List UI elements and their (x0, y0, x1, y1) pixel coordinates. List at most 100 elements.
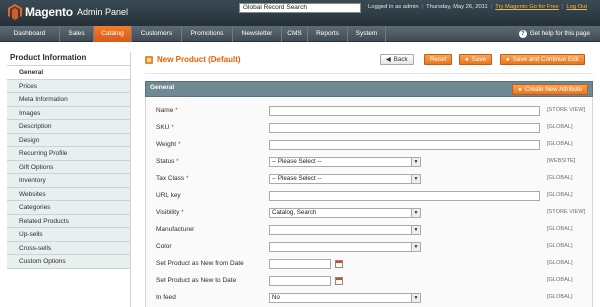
logged-in-text: Logged in as admin (368, 4, 419, 10)
create-new-attribute-label: Create New Attribute (524, 86, 582, 93)
sidebar-item-cross-sells[interactable]: Cross-sells (7, 241, 130, 255)
nav-catalog[interactable]: Catalog (94, 26, 132, 42)
sidebar-title: Product Information (7, 52, 130, 66)
sidebar-item-prices[interactable]: Prices (7, 79, 130, 93)
field-row-color: Color ▼ [GLOBAL] (146, 239, 594, 256)
back-label: Back (393, 55, 408, 63)
manufacturer-select[interactable]: ▼ (269, 225, 421, 235)
field-row-new-from-date: Set Product as New from Date [GLOBAL] (146, 256, 594, 273)
save-continue-label: Save and Continue Edit (512, 55, 579, 63)
nav-dashboard[interactable]: Dashboard (0, 26, 60, 42)
page-title: New Product (Default) (145, 55, 241, 64)
scope-label: [STORE VIEW] (547, 209, 586, 215)
scope-label: [GLOBAL] (547, 124, 573, 130)
header-links: Logged in as admin | Thursday, May 26, 201… (368, 4, 588, 10)
visibility-select[interactable]: Catalog, Search ▼ (269, 208, 421, 218)
scope-label: [STORE VIEW] (547, 107, 586, 113)
nav-newsletter[interactable]: Newsletter (233, 26, 282, 42)
add-icon: ● (518, 87, 522, 93)
logo-subtitle: Admin Panel (76, 7, 128, 17)
magento-logo-icon (8, 4, 22, 20)
status-select[interactable]: -- Please Select -- ▼ (269, 157, 421, 167)
scope-label: [GLOBAL] (547, 294, 573, 300)
title-divider (145, 73, 593, 74)
new-from-date-input[interactable] (269, 259, 331, 269)
sidebar-item-websites[interactable]: Websites (7, 187, 130, 201)
reset-label: Reset (430, 55, 447, 63)
field-label: SKU * (156, 124, 174, 131)
back-arrow-icon: ◀ (386, 56, 391, 63)
reset-button[interactable]: Reset (424, 54, 453, 65)
scope-label: [GLOBAL] (547, 175, 573, 181)
field-row-tax-class: Tax Class * -- Please Select -- ▼ [GLOBAL… (146, 171, 594, 188)
logo-text: Magento (25, 5, 73, 19)
sidebar-item-inventory[interactable]: Inventory (7, 174, 130, 188)
sidebar-divider (130, 52, 131, 307)
scope-label: [GLOBAL] (547, 141, 573, 147)
sidebar-item-related-products[interactable]: Related Products (7, 214, 130, 228)
sidebar-item-recurring-profile[interactable]: Recurring Profile (7, 147, 130, 161)
header-date: Thursday, May 26, 2011 (426, 4, 488, 10)
sidebar-item-description[interactable]: Description (7, 120, 130, 134)
sidebar-item-meta-information[interactable]: Meta Information (7, 93, 130, 107)
sidebar-item-custom-options[interactable]: Custom Options (7, 255, 130, 269)
create-new-attribute-button[interactable]: ● Create New Attribute (512, 84, 588, 95)
field-row-weight: Weight * [GLOBAL] (146, 137, 594, 154)
scope-label: [GLOBAL] (547, 260, 573, 266)
weight-input[interactable] (269, 140, 540, 150)
calendar-icon[interactable] (335, 260, 343, 268)
field-row-manufacturer: Manufacturer ▼ [GLOBAL] (146, 222, 594, 239)
dropdown-arrow-icon: ▼ (411, 226, 420, 234)
magento-logo[interactable]: Magento Admin Panel (8, 3, 128, 21)
sidebar-item-design[interactable]: Design (7, 133, 130, 147)
general-form: Name * [STORE VIEW] SKU * [GLOBAL] Weigh… (145, 97, 593, 307)
field-label: URL key (156, 192, 181, 199)
product-icon (145, 55, 153, 64)
field-label: Weight * (156, 141, 181, 148)
help-text: Get help for this page (529, 30, 590, 37)
sidebar-item-images[interactable]: Images (7, 106, 130, 120)
save-continue-icon: ● (506, 56, 510, 63)
field-row-in-feed: In feed No ▼ [GLOBAL] (146, 290, 594, 307)
dropdown-arrow-icon: ▼ (411, 294, 420, 302)
color-select[interactable]: ▼ (269, 242, 421, 252)
scope-label: [WEBSITE] (547, 158, 576, 164)
save-button[interactable]: ● Save (459, 54, 492, 65)
global-search-input[interactable]: Global Record Search (239, 3, 361, 13)
field-row-url-key: URL key [GLOBAL] (146, 188, 594, 205)
field-label: In feed (156, 294, 176, 301)
nav-system[interactable]: System (348, 26, 386, 42)
in-feed-select[interactable]: No ▼ (269, 293, 421, 303)
nav-customers[interactable]: Customers (132, 26, 182, 42)
scope-label: [GLOBAL] (547, 226, 573, 232)
help-icon: ? (518, 30, 527, 38)
new-to-date-input[interactable] (269, 276, 331, 286)
nav-reports[interactable]: Reports (308, 26, 348, 42)
field-label: Color (156, 243, 172, 250)
field-label: Name * (156, 107, 178, 114)
nav-cms[interactable]: CMS (282, 26, 308, 42)
field-label: Status * (156, 158, 179, 165)
url-key-input[interactable] (269, 191, 540, 201)
field-label: Manufacturer (156, 226, 195, 233)
field-label: Set Product as New from Date (156, 260, 244, 267)
field-row-new-to-date: Set Product as New to Date [GLOBAL] (146, 273, 594, 290)
calendar-icon[interactable] (335, 277, 343, 285)
help-link[interactable]: ? Get help for this page (518, 26, 590, 42)
dropdown-arrow-icon: ▼ (411, 158, 420, 166)
nav-promotions[interactable]: Promotions (182, 26, 233, 42)
tax-class-select[interactable]: -- Please Select -- ▼ (269, 174, 421, 184)
sidebar-item-up-sells[interactable]: Up-sells (7, 228, 130, 242)
save-continue-button[interactable]: ● Save and Continue Edit (500, 54, 585, 65)
sku-input[interactable] (269, 123, 540, 133)
back-button[interactable]: ◀ Back (380, 54, 414, 65)
logout-link[interactable]: Log Out (566, 4, 587, 10)
sidebar-item-gift-options[interactable]: Gift Options (7, 160, 130, 174)
nav-sales[interactable]: Sales (60, 26, 94, 42)
main-nav: Dashboard Sales Catalog Customers Promot… (0, 26, 600, 42)
sidebar-item-general[interactable]: General (7, 66, 130, 80)
name-input[interactable] (269, 106, 540, 116)
try-magento-go-link[interactable]: Try Magento Go for Free (495, 4, 559, 10)
section-title: General (150, 84, 175, 91)
sidebar-item-categories[interactable]: Categories (7, 201, 130, 215)
